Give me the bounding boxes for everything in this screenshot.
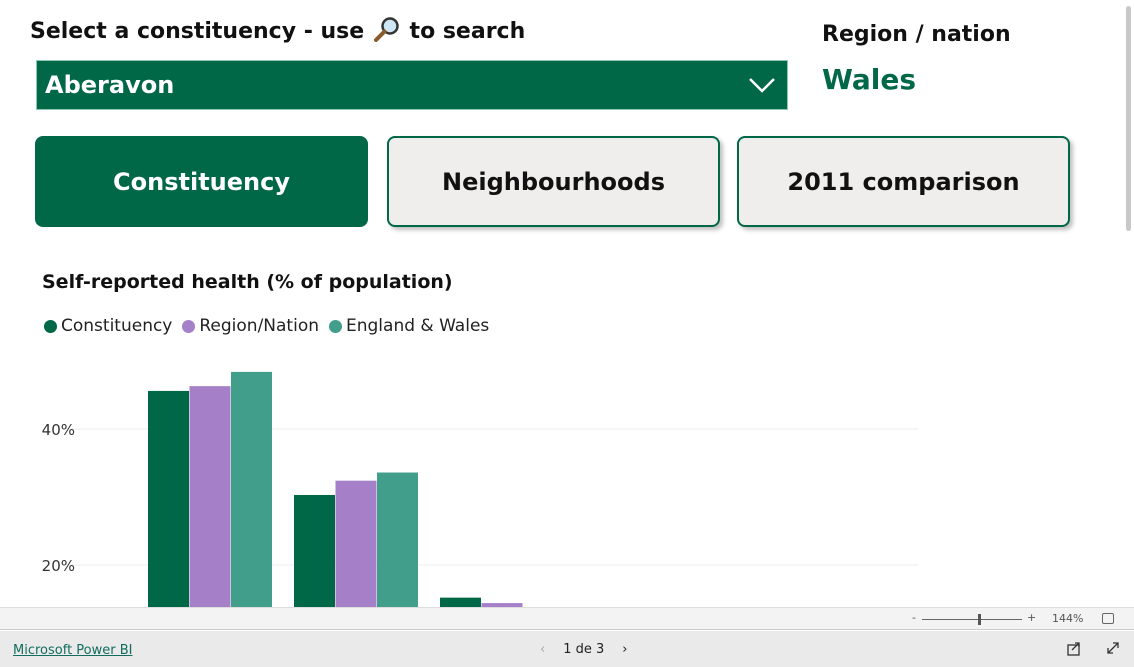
zoom-in-button[interactable]: + <box>1027 611 1036 624</box>
legend-label: Region/Nation <box>199 316 319 336</box>
fit-page-icon[interactable] <box>1102 613 1114 624</box>
y-tick-label: 20% <box>42 557 75 575</box>
bar[interactable] <box>335 480 377 607</box>
bar[interactable] <box>189 386 231 607</box>
report-canvas: Select a constituency - use to search Ab… <box>0 0 1120 607</box>
legend-dot <box>329 319 342 333</box>
vertical-scrollbar[interactable] <box>1122 0 1134 607</box>
select-label: Select a constituency - use to search <box>30 16 525 44</box>
bar-chart: 20% 40% <box>42 371 918 607</box>
scrollbar-thumb[interactable] <box>1126 6 1131 231</box>
page-indicator: 1 de 3 <box>563 642 605 657</box>
chart-title: Self-reported health (% of population) <box>42 271 453 293</box>
legend-constituency[interactable]: Constituency <box>44 316 172 336</box>
legend-label: Constituency <box>61 316 173 336</box>
footer: Microsoft Power BI ‹ 1 de 3 › <box>0 631 1134 667</box>
legend-dot <box>44 319 57 333</box>
prev-page-icon[interactable]: ‹ <box>540 642 545 657</box>
zoom-out-button[interactable]: - <box>912 611 916 624</box>
page-navigator: ‹ 1 de 3 › <box>540 642 627 657</box>
tab-constituency[interactable]: Constituency <box>35 136 368 227</box>
chart-legend: Constituency Region/Nation England & Wal… <box>44 316 489 336</box>
region-label: Region / nation <box>822 22 1011 47</box>
bar[interactable] <box>377 472 418 607</box>
next-page-icon[interactable]: › <box>622 642 627 657</box>
tab-2011-comparison[interactable]: 2011 comparison <box>737 136 1070 227</box>
legend-dot <box>182 319 196 333</box>
bar[interactable] <box>440 597 481 607</box>
bar[interactable] <box>294 494 335 607</box>
share-icon[interactable] <box>1066 640 1082 660</box>
chevron-down-icon <box>749 78 775 93</box>
legend-england-wales[interactable]: England & Wales <box>329 316 489 336</box>
y-tick-label: 40% <box>42 421 75 439</box>
bar[interactable] <box>231 371 272 607</box>
fullscreen-icon[interactable] <box>1105 640 1121 660</box>
region-value: Wales <box>822 63 917 96</box>
tab-neighbourhoods[interactable]: Neighbourhoods <box>387 136 720 227</box>
zoom-bar: - + 144% <box>0 607 1134 630</box>
zoom-level: 144% <box>1052 612 1084 625</box>
bar[interactable] <box>148 390 189 607</box>
zoom-slider[interactable] <box>922 619 1022 620</box>
constituency-dropdown[interactable]: Aberavon <box>36 60 788 110</box>
zoom-slider-handle[interactable] <box>978 614 981 625</box>
legend-region[interactable]: Region/Nation <box>182 316 319 336</box>
magnifier-icon <box>372 17 410 44</box>
select-label-text: Select a constituency - use <box>30 19 365 44</box>
select-label-suffix: to search <box>409 19 526 44</box>
dropdown-value: Aberavon <box>45 71 175 99</box>
power-bi-link[interactable]: Microsoft Power BI <box>13 643 132 658</box>
legend-label: England & Wales <box>346 316 490 336</box>
